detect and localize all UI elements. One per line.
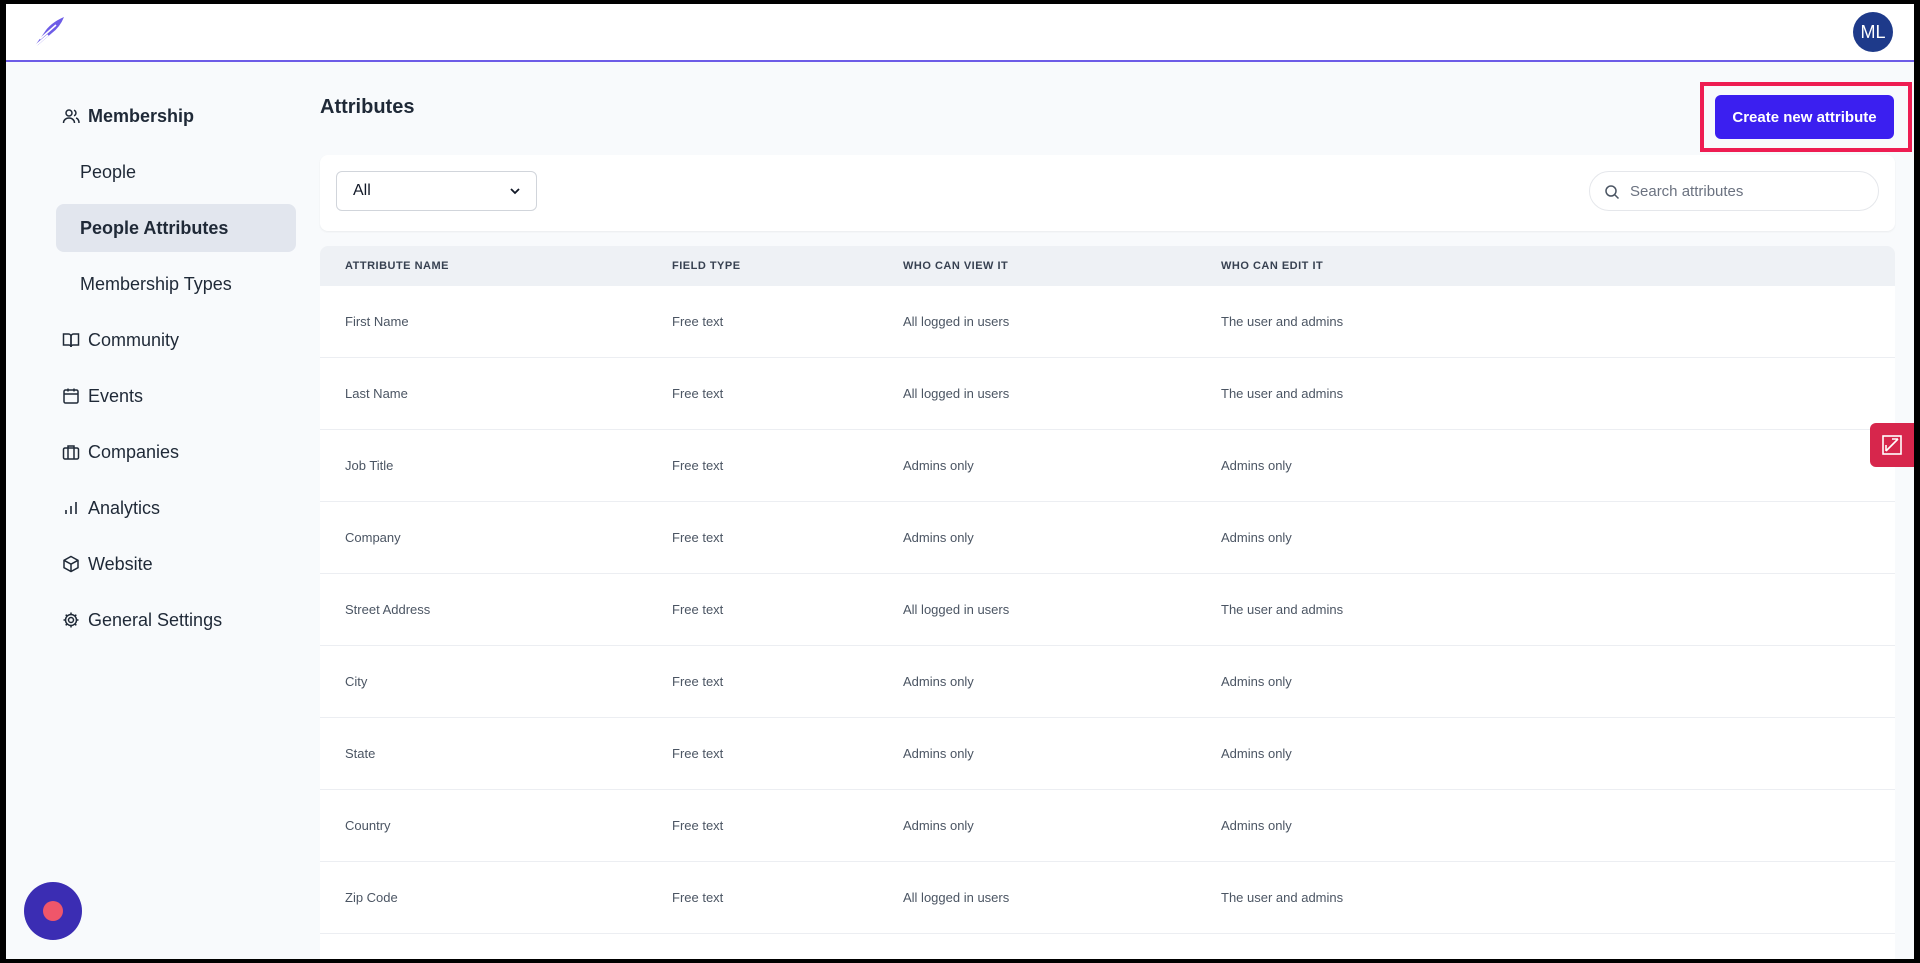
cell-who-can-edit: Admins only xyxy=(1221,458,1292,473)
briefcase-icon xyxy=(62,443,80,461)
logo-icon[interactable] xyxy=(30,13,68,49)
sidebar-item-label: Community xyxy=(88,329,180,350)
table-row[interactable]: Job Title Free text Admins only Admins only xyxy=(320,430,1895,502)
cell-field-type: Free text xyxy=(672,314,724,329)
cell-who-can-view: Admins only xyxy=(903,818,974,833)
cell-attribute-name: Country xyxy=(345,818,391,833)
sidebar-item-label: Website xyxy=(88,553,153,574)
cell-field-type: Free text xyxy=(672,602,724,617)
sidebar-item-events[interactable]: Events xyxy=(56,372,296,420)
sidebar-item-general-settings[interactable]: General Settings xyxy=(56,596,296,644)
table-row[interactable]: Country Free text Admins only Admins only xyxy=(320,790,1895,862)
create-new-attribute-button[interactable]: Create new attribute xyxy=(1715,95,1894,139)
column-header-who-can-view: WHO CAN VIEW IT xyxy=(903,260,1009,272)
cell-field-type: Free text xyxy=(672,674,724,689)
cell-who-can-view: Admins only xyxy=(903,674,974,689)
table-row[interactable]: City Free text Admins only Admins only xyxy=(320,646,1895,718)
table-body: First Name Free text All logged in users Th… xyxy=(320,286,1895,934)
cell-who-can-view: Admins only xyxy=(903,746,974,761)
cell-who-can-view: Admins only xyxy=(903,530,974,545)
cell-who-can-view: Admins only xyxy=(903,458,974,473)
cell-who-can-edit: The user and admins xyxy=(1221,314,1344,329)
table-row[interactable]: Last Name Free text All logged in users The… xyxy=(320,358,1895,430)
column-header-attribute-name: ATTRIBUTE NAME xyxy=(345,260,449,272)
sidebar-item-label: Membership xyxy=(88,105,195,126)
table-row[interactable]: Zip Code Free text All logged in users The … xyxy=(320,862,1895,934)
chat-launcher-button[interactable] xyxy=(24,882,82,940)
cell-attribute-name: Zip Code xyxy=(345,890,398,905)
sidebar-item-label: Events xyxy=(88,385,144,406)
cell-attribute-name: Company xyxy=(345,530,401,545)
cube-icon xyxy=(62,555,80,573)
bar-chart-icon xyxy=(62,499,80,517)
calendar-icon xyxy=(62,387,80,405)
filter-bar: All xyxy=(320,155,1895,231)
sidebar-item-label: General Settings xyxy=(88,609,223,630)
cell-field-type: Free text xyxy=(672,746,724,761)
cell-who-can-edit: Admins only xyxy=(1221,746,1292,761)
table-row[interactable]: First Name Free text All logged in users Th… xyxy=(320,286,1895,358)
sidebar-item-people[interactable]: People xyxy=(56,148,296,196)
table-row[interactable]: Company Free text Admins only Admins only xyxy=(320,502,1895,574)
cell-who-can-view: All logged in users xyxy=(903,386,1010,401)
search-icon xyxy=(1605,185,1620,200)
cell-field-type: Free text xyxy=(672,818,724,833)
cell-who-can-edit: Admins only xyxy=(1221,818,1292,833)
cell-attribute-name: First Name xyxy=(345,314,409,329)
cell-who-can-view: All logged in users xyxy=(903,314,1010,329)
cell-who-can-edit: The user and admins xyxy=(1221,386,1344,401)
cell-attribute-name: Street Address xyxy=(345,602,431,617)
cell-attribute-name: Last Name xyxy=(345,386,408,401)
search-input[interactable] xyxy=(1630,182,1860,200)
cell-field-type: Free text xyxy=(672,458,724,473)
sidebar-item-companies[interactable]: Companies xyxy=(56,428,296,476)
sidebar-item-label: Analytics xyxy=(88,497,161,518)
app-frame: ML Membership People People Attributes M… xyxy=(6,4,1914,959)
book-icon xyxy=(62,331,80,349)
sidebar-item-people-attributes[interactable]: People Attributes xyxy=(56,204,296,252)
sidebar-item-website[interactable]: Website xyxy=(56,540,296,588)
chevron-down-icon xyxy=(510,188,520,195)
cell-attribute-name: Job Title xyxy=(345,458,394,473)
cell-who-can-edit: Admins only xyxy=(1221,674,1292,689)
sidebar-item-analytics[interactable]: Analytics xyxy=(56,484,296,532)
cell-field-type: Free text xyxy=(672,890,724,905)
sidebar-item-label: Companies xyxy=(88,441,180,462)
cell-who-can-edit: Admins only xyxy=(1221,530,1292,545)
sidebar-item-membership-types[interactable]: Membership Types xyxy=(56,260,296,308)
cell-attribute-name: City xyxy=(345,674,368,689)
sidebar-item-membership[interactable]: Membership xyxy=(56,92,296,140)
sidebar-item-label: Membership Types xyxy=(80,273,232,294)
cell-who-can-view: All logged in users xyxy=(903,602,1010,617)
top-bar: ML xyxy=(6,4,1914,62)
gear-icon xyxy=(62,611,80,629)
table-header: ATTRIBUTE NAME FIELD TYPE WHO CAN VIEW I… xyxy=(320,246,1895,286)
cell-who-can-edit: The user and admins xyxy=(1221,602,1344,617)
sidebar-item-community[interactable]: Community xyxy=(56,316,296,364)
cell-who-can-view: All logged in users xyxy=(903,890,1010,905)
table-row[interactable]: Street Address Free text All logged in use… xyxy=(320,574,1895,646)
expand-icon xyxy=(1882,435,1902,455)
feedback-tab[interactable] xyxy=(1870,423,1914,467)
column-header-who-can-edit: WHO CAN EDIT IT xyxy=(1221,260,1324,272)
cell-attribute-name: State xyxy=(345,746,376,761)
sidebar-item-label: People xyxy=(80,161,137,182)
attributes-table: ATTRIBUTE NAME FIELD TYPE WHO CAN VIEW I… xyxy=(320,246,1895,959)
cell-field-type: Free text xyxy=(672,386,724,401)
column-header-field-type: FIELD TYPE xyxy=(672,260,741,272)
cell-who-can-edit: The user and admins xyxy=(1221,890,1344,905)
sidebar-item-label: People Attributes xyxy=(80,217,229,238)
filter-select-value: All xyxy=(353,182,371,199)
filter-select[interactable]: All xyxy=(336,171,537,211)
table-row[interactable]: State Free text Admins only Admins only xyxy=(320,718,1895,790)
sidebar: Membership People People Attributes Memb… xyxy=(56,92,296,652)
users-icon xyxy=(62,107,80,125)
avatar[interactable]: ML xyxy=(1853,12,1893,52)
cell-field-type: Free text xyxy=(672,530,724,545)
page-title: Attributes xyxy=(320,96,415,118)
search-box[interactable] xyxy=(1589,171,1879,211)
record-dot-icon xyxy=(43,901,63,921)
